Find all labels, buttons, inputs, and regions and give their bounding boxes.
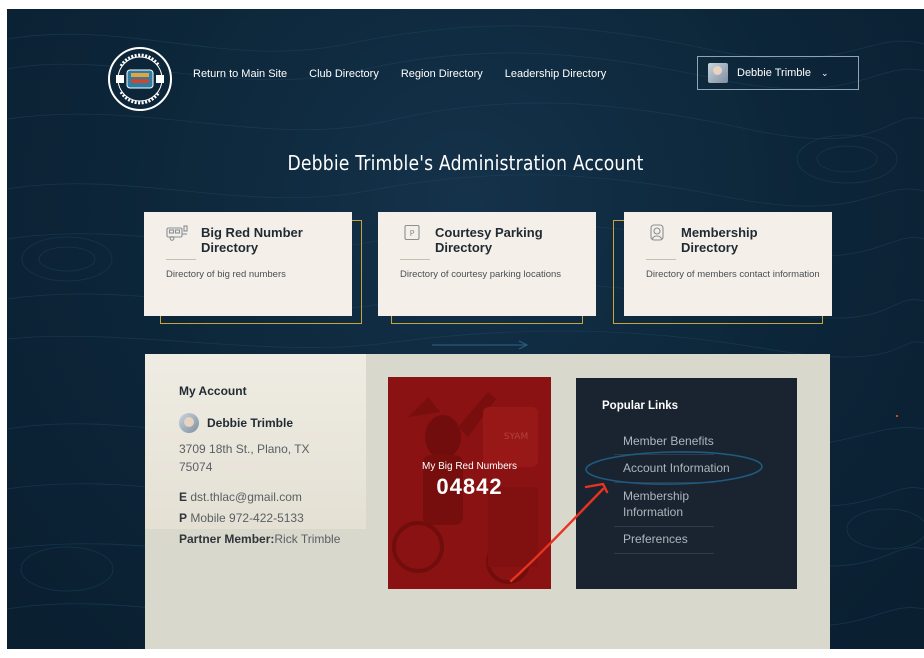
divider	[646, 259, 676, 260]
top-navigation: Return to Main Site Club Directory Regio…	[193, 68, 606, 80]
nav-region-directory[interactable]: Region Directory	[401, 68, 483, 80]
account-name: Debbie Trimble	[207, 416, 294, 430]
account-user: Debbie Trimble	[179, 413, 293, 433]
big-red-number: 04842	[436, 474, 503, 499]
account-address: 3709 18th St., Plano, TX 75074	[179, 442, 310, 474]
popular-links-heading: Popular Links	[602, 400, 679, 412]
card-description: Directory of courtesy parking locations	[400, 269, 562, 280]
svg-text:P: P	[410, 229, 415, 238]
divider	[400, 259, 430, 260]
avatar	[179, 413, 199, 433]
parking-icon: P	[404, 224, 420, 241]
trailer-icon	[166, 225, 188, 241]
app-window: Return to Main Site Club Directory Regio…	[7, 9, 924, 649]
member-icon	[650, 224, 664, 241]
link-member-benefits[interactable]: Member Benefits	[623, 433, 763, 449]
popular-links-panel: Popular Links Member Benefits Account In…	[576, 378, 797, 589]
divider	[166, 259, 196, 260]
nav-leadership-directory[interactable]: Leadership Directory	[505, 68, 607, 80]
avatar	[708, 63, 728, 83]
big-red-label: My Big Red Numbers	[421, 461, 518, 472]
page-title: Debbie Trimble's Administration Account	[287, 151, 644, 175]
card-description: Directory of members contact information	[646, 269, 820, 280]
club-logo[interactable]	[107, 46, 173, 112]
section-heading: My Account	[179, 384, 247, 398]
account-phone: P Mobile 972-422-5133	[179, 511, 304, 525]
big-red-numbers-card[interactable]: SYAM My Big Red Numbers 04842	[388, 377, 551, 589]
account-partner: Partner Member:Rick Trimble	[179, 532, 341, 546]
card-title: Big Red Number Directory	[201, 225, 303, 255]
card-title: Membership Directory	[681, 225, 758, 255]
divider	[614, 526, 714, 527]
card-title: Courtesy Parking Directory	[435, 225, 543, 255]
link-account-information[interactable]: Account Information	[623, 460, 763, 476]
link-membership-information[interactable]: Membership Information	[623, 488, 723, 520]
nav-club-directory[interactable]: Club Directory	[309, 68, 379, 80]
divider	[614, 454, 714, 455]
card-courtesy-parking-directory[interactable]: P Courtesy Parking Directory Directory o…	[378, 212, 596, 316]
chevron-down-icon: ⌄	[820, 67, 829, 78]
user-name: Debbie Trimble	[737, 67, 811, 79]
card-big-red-number-directory[interactable]: Big Red Number Directory Directory of bi…	[144, 212, 352, 316]
link-preferences[interactable]: Preferences	[623, 531, 763, 547]
card-description: Directory of big red numbers	[166, 269, 286, 280]
svg-text:SYAM: SYAM	[504, 432, 528, 442]
nav-return-main-site[interactable]: Return to Main Site	[193, 68, 287, 80]
account-email: E dst.thlac@gmail.com	[179, 490, 302, 504]
user-menu-button[interactable]: Debbie Trimble ⌄	[697, 56, 859, 90]
divider	[614, 482, 714, 483]
divider	[614, 553, 714, 554]
my-account-section: My Account Debbie Trimble 3709 18th St.,…	[145, 354, 366, 546]
card-membership-directory[interactable]: Membership Directory Directory of member…	[624, 212, 832, 316]
red-dot-mark	[896, 415, 898, 417]
